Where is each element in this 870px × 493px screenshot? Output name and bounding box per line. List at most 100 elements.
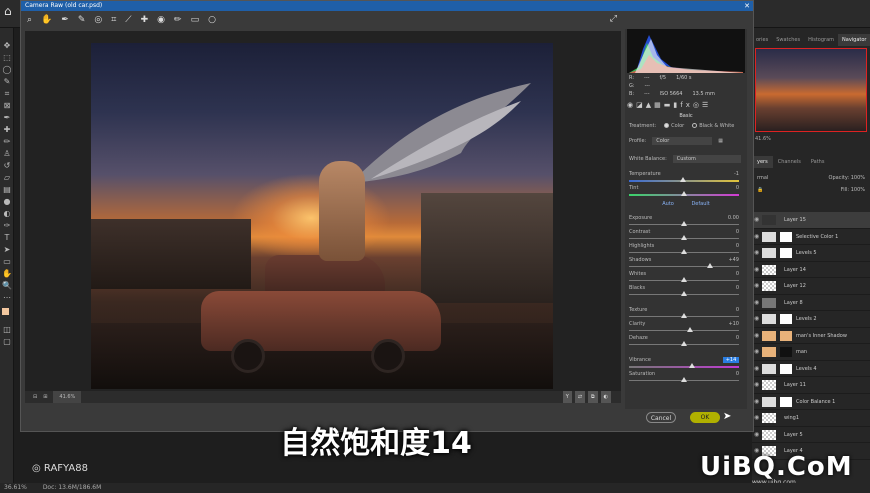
lock-icons[interactable]: 🔒: [757, 184, 763, 196]
gradient-tool-icon[interactable]: ▤: [2, 186, 12, 194]
eye-icon[interactable]: ◉: [754, 394, 759, 410]
healing-tool-icon[interactable]: ✚: [2, 126, 12, 134]
slider-value[interactable]: 0: [723, 335, 739, 341]
slider-value[interactable]: 0: [723, 307, 739, 313]
slider-highlights[interactable]: Highlights 0: [629, 243, 743, 257]
layer-row[interactable]: ◉ Layer 8: [752, 295, 870, 311]
zoom-level-select[interactable]: 41.6%: [53, 391, 82, 403]
opacity-value[interactable]: 100%: [851, 175, 865, 181]
eye-icon[interactable]: ◉: [754, 427, 759, 443]
dodge-tool-icon[interactable]: ◐: [2, 210, 12, 218]
tab-paths[interactable]: Paths: [806, 156, 830, 168]
slider-thumb[interactable]: [681, 235, 687, 240]
layer-row[interactable]: ◉ Levels 5: [752, 245, 870, 262]
effects-icon[interactable]: fx: [680, 101, 693, 109]
tab-swatches[interactable]: Swatches: [772, 34, 804, 46]
graduated-filter-icon[interactable]: ▭: [191, 15, 200, 25]
slider-thumb[interactable]: [686, 327, 693, 332]
layer-row[interactable]: ◉ Selective Color 1: [752, 229, 870, 245]
split-tone-icon[interactable]: ▬: [664, 101, 674, 109]
slider-value[interactable]: +14: [723, 357, 739, 363]
layer-row[interactable]: ◉ Layer 15: [752, 212, 870, 229]
slider-shadows[interactable]: Shadows +49: [629, 257, 743, 271]
slider-track[interactable]: [629, 330, 739, 331]
slider-value[interactable]: +49: [723, 257, 739, 263]
wb-select[interactable]: Custom: [672, 155, 741, 163]
eye-icon[interactable]: ◉: [754, 245, 759, 261]
layer-row[interactable]: ◉ Layer 12: [752, 278, 870, 295]
eye-icon[interactable]: ◉: [754, 229, 759, 245]
slider-thumb[interactable]: [688, 363, 695, 368]
slider-tint[interactable]: Tint 0: [629, 185, 743, 199]
brush-tool-icon[interactable]: ✏: [2, 138, 12, 146]
treatment-bw-radio[interactable]: Black & White: [692, 123, 734, 129]
tone-curve-icon[interactable]: ◪: [636, 101, 646, 109]
basic-tab-icon[interactable]: ◉: [627, 101, 636, 109]
layer-row[interactable]: ◉ Color Balance 1: [752, 394, 870, 410]
zoom-out-button[interactable]: ⊟: [33, 391, 37, 403]
toggle-default-icon[interactable]: ◐: [600, 391, 611, 403]
zoom-in-button[interactable]: ⊞: [43, 391, 47, 403]
red-eye-icon[interactable]: ◉: [157, 15, 165, 25]
slider-whites[interactable]: Whites 0: [629, 271, 743, 285]
slider-thumb[interactable]: [679, 177, 686, 182]
frame-tool-icon[interactable]: ⊠: [2, 102, 12, 110]
slider-contrast[interactable]: Contrast 0: [629, 229, 743, 243]
slider-thumb[interactable]: [681, 291, 687, 296]
layer-row[interactable]: ◉ man: [752, 344, 870, 361]
auto-link[interactable]: Auto: [662, 201, 674, 207]
stamp-tool-icon[interactable]: ♙: [2, 150, 12, 158]
slider-track[interactable]: [629, 366, 739, 368]
spot-removal-icon[interactable]: ✚: [141, 15, 149, 25]
crop-tool-icon[interactable]: ⌗: [2, 90, 12, 98]
copy-settings-icon[interactable]: ⧉: [588, 391, 598, 403]
layer-row[interactable]: ◉ Layer 5: [752, 427, 870, 443]
slider-exposure[interactable]: Exposure 0.00: [629, 215, 743, 229]
slider-thumb[interactable]: [681, 277, 687, 282]
slider-value[interactable]: 0: [723, 243, 739, 249]
layer-row[interactable]: ◉ wing1: [752, 410, 870, 427]
adjustment-brush-icon[interactable]: ✏: [174, 15, 182, 25]
blend-mode-select[interactable]: rmal: [757, 172, 768, 184]
layer-row[interactable]: ◉ Levels 2: [752, 311, 870, 328]
presets-icon[interactable]: ☰: [702, 101, 711, 109]
hsl-icon[interactable]: ▦: [654, 101, 664, 109]
straighten-icon[interactable]: ⟋: [125, 15, 131, 25]
tab-libraries[interactable]: ories: [752, 34, 772, 46]
slider-thumb[interactable]: [681, 377, 687, 382]
eye-icon[interactable]: ◉: [754, 361, 759, 377]
tab-layers[interactable]: yers: [752, 156, 773, 168]
layer-row[interactable]: ◉ Levels 4: [752, 361, 870, 377]
eye-icon[interactable]: ◉: [754, 212, 759, 228]
layer-row[interactable]: ◉ man's Inner Shadow: [752, 328, 870, 344]
close-icon[interactable]: ✕: [744, 2, 750, 10]
slider-value[interactable]: 0: [723, 271, 739, 277]
calibration-icon[interactable]: ◎: [693, 101, 702, 109]
type-tool-icon[interactable]: T: [2, 234, 12, 242]
zoom-icon[interactable]: ⌕: [27, 15, 32, 25]
tab-navigator[interactable]: Navigator: [838, 34, 870, 46]
preview-image[interactable]: [91, 43, 553, 389]
layer-row[interactable]: ◉ Layer 11: [752, 377, 870, 394]
slider-clarity[interactable]: Clarity +10: [629, 321, 743, 335]
color-sampler-icon[interactable]: ✎: [78, 15, 86, 25]
eye-icon[interactable]: ◉: [754, 278, 759, 294]
zoom-tool-icon[interactable]: 🔍: [2, 282, 12, 290]
move-tool-icon[interactable]: ✥: [2, 42, 12, 50]
eraser-tool-icon[interactable]: ▱: [2, 174, 12, 182]
treatment-color-radio[interactable]: Color: [664, 123, 684, 129]
layer-row[interactable]: ◉ Layer 14: [752, 262, 870, 278]
slider-value[interactable]: 0: [723, 371, 739, 377]
lasso-tool-icon[interactable]: ◯: [2, 66, 12, 74]
shape-tool-icon[interactable]: ▭: [2, 258, 12, 266]
eye-icon[interactable]: ◉: [754, 311, 759, 327]
eyedropper-tool-icon[interactable]: ✒: [2, 114, 12, 122]
swap-icon[interactable]: ⇄: [574, 391, 586, 403]
crop-icon[interactable]: ⌗: [111, 15, 116, 25]
tab-histogram[interactable]: Histogram: [804, 34, 838, 46]
profile-browser-icon[interactable]: ▦: [718, 138, 723, 144]
eye-icon[interactable]: ◉: [754, 377, 759, 393]
screen-mode-icon[interactable]: ▢: [2, 338, 12, 346]
slider-temperature[interactable]: Temperature -1: [629, 171, 743, 185]
slider-thumb[interactable]: [681, 191, 687, 196]
